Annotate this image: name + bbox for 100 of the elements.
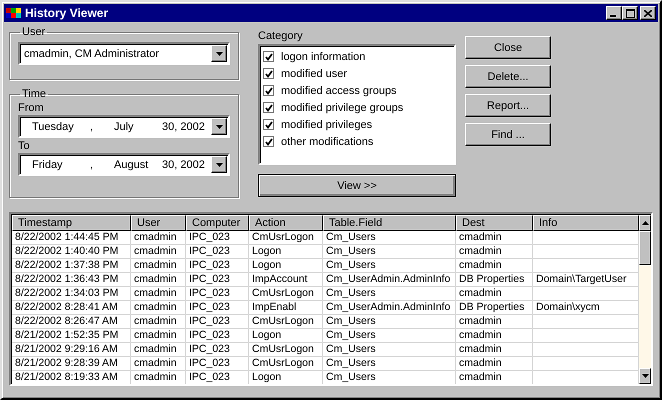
table-cell: cmadmin xyxy=(134,329,177,341)
scroll-thumb[interactable] xyxy=(639,231,651,265)
category-item[interactable]: modified access groups xyxy=(281,84,397,96)
checkbox[interactable] xyxy=(263,136,274,147)
view-button[interactable]: View >> xyxy=(258,174,456,197)
table-cell: IPC_023 xyxy=(189,371,230,383)
checkbox[interactable] xyxy=(263,85,274,96)
action-button[interactable]: Report... xyxy=(465,94,551,117)
column-header[interactable]: User xyxy=(131,215,186,231)
table-cell: cmadmin xyxy=(459,315,502,327)
column-header[interactable]: Action xyxy=(249,215,323,231)
table-cell: Cm_Users xyxy=(326,357,376,369)
table-cell: Cm_Users xyxy=(326,231,376,243)
table-cell: Logon xyxy=(252,245,282,257)
category-item[interactable]: modified privileges xyxy=(281,118,372,130)
table-cell: 8/22/2002 1:44:45 PM xyxy=(15,231,118,243)
table-cell: cmadmin xyxy=(459,287,502,299)
table-cell: cmadmin xyxy=(459,245,502,257)
from-date-picker[interactable]: Tuesday , July 30, 2002 xyxy=(18,115,230,138)
action-button[interactable]: Find ... xyxy=(465,123,551,146)
to-date-picker[interactable]: Friday , August 30, 2002 xyxy=(18,153,230,176)
table-cell: cmadmin xyxy=(459,343,502,355)
category-item[interactable]: logon information xyxy=(281,50,366,62)
table-cell: IPC_023 xyxy=(189,259,230,271)
close-icon xyxy=(644,10,652,16)
table-cell: CmUsrLogon xyxy=(252,315,314,327)
table-cell: cmadmin xyxy=(134,259,177,271)
table-cell: IPC_023 xyxy=(189,273,230,285)
column-header[interactable]: Timestamp xyxy=(12,215,131,231)
checkbox[interactable] xyxy=(263,51,274,62)
table-cell: IPC_023 xyxy=(189,245,230,257)
table-cell: cmadmin xyxy=(134,371,177,383)
scroll-down-button[interactable] xyxy=(639,368,651,384)
table-cell: cmadmin xyxy=(134,357,177,369)
table-cell: cmadmin xyxy=(459,357,502,369)
table-cell: DB Properties xyxy=(459,273,524,285)
table-cell: cmadmin xyxy=(459,231,502,243)
up-arrow-icon xyxy=(642,221,648,225)
down-arrow-icon xyxy=(642,374,648,378)
table-cell: cmadmin xyxy=(134,301,177,313)
table-cell: CmUsrLogon xyxy=(252,357,314,369)
table-cell: Cm_Users xyxy=(326,371,376,383)
table-cell: Logon xyxy=(252,329,282,341)
scrollbar[interactable] xyxy=(639,215,651,384)
table-cell: Cm_Users xyxy=(326,287,376,299)
table-cell: cmadmin xyxy=(134,231,177,243)
table-cell: Cm_Users xyxy=(326,329,376,341)
category-label: Category xyxy=(258,30,304,44)
column-header[interactable]: Computer xyxy=(186,215,249,231)
column-header[interactable]: Info xyxy=(533,215,639,231)
table-cell: 8/21/2002 1:52:35 PM xyxy=(15,329,118,341)
table-cell: IPC_023 xyxy=(189,329,230,341)
table-cell: cmadmin xyxy=(459,259,502,271)
checkbox[interactable] xyxy=(263,102,274,113)
checkbox[interactable] xyxy=(263,68,274,79)
table-cell: IPC_023 xyxy=(189,315,230,327)
table-cell: 8/22/2002 8:26:47 AM xyxy=(15,315,118,327)
table-cell: Domain\TargetUser xyxy=(536,273,626,285)
user-dropdown[interactable]: cmadmin, CM Administrator xyxy=(18,42,230,65)
category-item[interactable]: modified privilege groups xyxy=(281,102,404,114)
table-cell: 8/21/2002 8:19:33 AM xyxy=(15,371,118,383)
minimize-button[interactable] xyxy=(606,6,622,20)
to-label: To xyxy=(18,140,31,152)
table-cell: cmadmin xyxy=(134,245,177,257)
table-cell: ImpEnabl xyxy=(252,301,296,313)
category-item[interactable]: modified user xyxy=(281,68,348,80)
close-button[interactable] xyxy=(640,6,656,20)
table-cell: Domain\xycm xyxy=(536,301,600,313)
table-cell: CmUsrLogon xyxy=(252,343,314,355)
table-cell: IPC_023 xyxy=(189,301,230,313)
table-cell: 8/22/2002 8:28:41 AM xyxy=(15,301,118,313)
checkbox[interactable] xyxy=(263,119,274,130)
table-cell: IPC_023 xyxy=(189,287,230,299)
table-cell: cmadmin xyxy=(459,329,502,341)
column-header[interactable]: Dest xyxy=(456,215,533,231)
action-button[interactable]: Delete... xyxy=(465,65,551,88)
table-cell: cmadmin xyxy=(134,287,177,299)
action-button[interactable]: Close xyxy=(465,36,551,59)
table-cell: Cm_Users xyxy=(326,343,376,355)
table-cell: cmadmin xyxy=(134,343,177,355)
table-cell: ImpAccount xyxy=(252,273,308,285)
group-label: Time xyxy=(21,88,48,100)
table-cell: 8/22/2002 1:37:38 PM xyxy=(15,259,118,271)
table-cell: DB Properties xyxy=(459,301,524,313)
table-cell: Cm_Users xyxy=(326,259,376,271)
table-cell: 8/21/2002 9:28:39 AM xyxy=(15,357,118,369)
maximize-button[interactable] xyxy=(622,6,638,20)
column-header[interactable]: Table.Field xyxy=(323,215,456,231)
table-cell: IPC_023 xyxy=(189,357,230,369)
table-cell: cmadmin xyxy=(459,371,502,383)
table-cell: 8/21/2002 9:29:16 AM xyxy=(15,343,118,355)
group-label: User xyxy=(21,26,46,38)
table-cell: 8/22/2002 1:34:03 PM xyxy=(15,287,118,299)
category-item[interactable]: other modifications xyxy=(281,136,374,148)
table-cell: Logon xyxy=(252,371,282,383)
table-cell: IPC_023 xyxy=(189,231,230,243)
table-cell: Cm_UserAdmin.AdminInfo xyxy=(326,301,450,313)
table-cell: 8/22/2002 1:36:43 PM xyxy=(15,273,118,285)
scroll-up-button[interactable] xyxy=(639,215,651,231)
table-cell: CmUsrLogon xyxy=(252,287,314,299)
